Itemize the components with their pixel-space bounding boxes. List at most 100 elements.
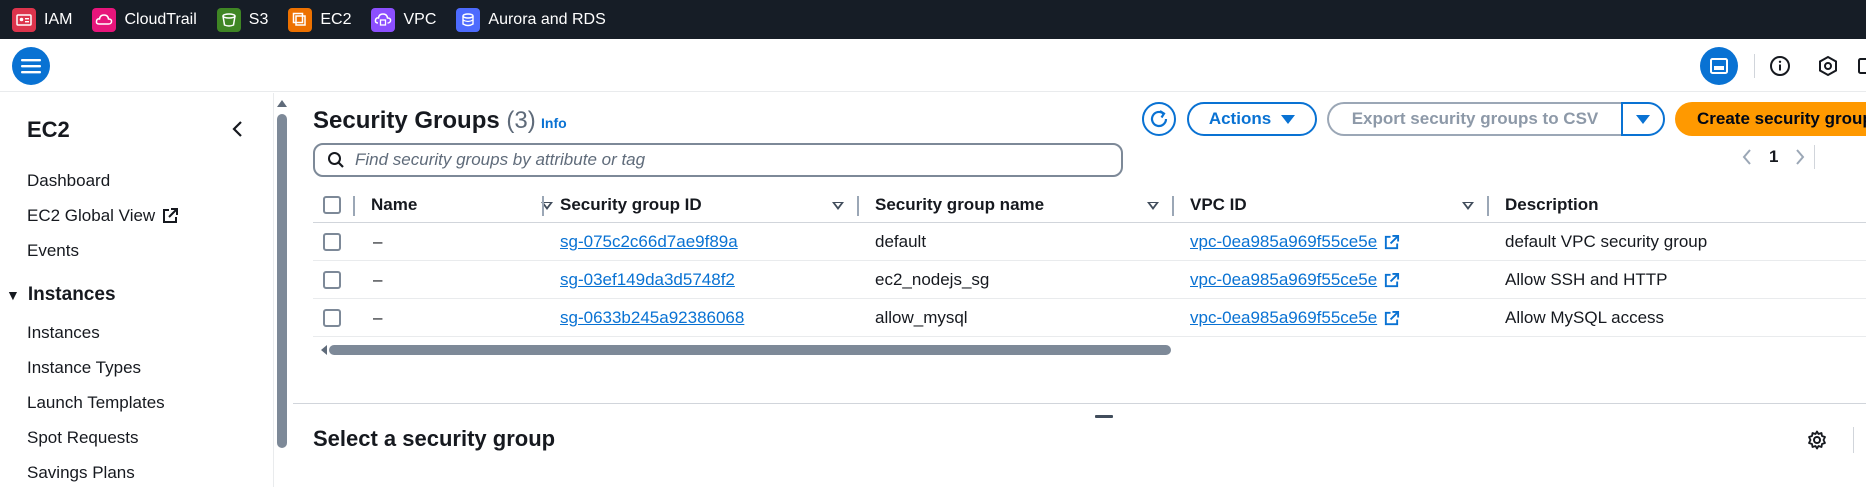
- sidebar-item-label: EC2 Global View: [27, 206, 156, 225]
- column-header-name[interactable]: Name: [371, 187, 553, 223]
- caret-down-icon: [1281, 114, 1296, 124]
- sidebar-item-label: Dashboard: [27, 171, 111, 190]
- split-panel-resize-handle[interactable]: [1095, 415, 1113, 418]
- column-divider[interactable]: [353, 196, 355, 216]
- scrollbar-thumb[interactable]: [277, 114, 287, 448]
- row-checkbox[interactable]: [323, 271, 341, 289]
- vpc-id-link[interactable]: vpc-0ea985a969f55ce5e: [1190, 232, 1377, 252]
- create-security-group-button[interactable]: Create security group: [1675, 102, 1866, 136]
- table-row[interactable]: – sg-0633b245a92386068 allow_mysql vpc-0…: [313, 299, 1866, 337]
- external-link-icon[interactable]: [1383, 234, 1400, 251]
- current-page[interactable]: 1: [1769, 147, 1778, 167]
- chevron-left-icon: [232, 121, 242, 137]
- sidebar-item-launch-templates[interactable]: Launch Templates: [27, 393, 165, 413]
- split-panel-toggle-button[interactable]: [1700, 47, 1738, 85]
- external-link-icon[interactable]: [1383, 272, 1400, 289]
- row-checkbox[interactable]: [323, 233, 341, 251]
- shortcut-iam[interactable]: IAM: [12, 7, 73, 32]
- sidebar-item-instance-types[interactable]: Instance Types: [27, 358, 141, 378]
- actions-dropdown-button[interactable]: Actions: [1187, 102, 1317, 136]
- notifications-panel-button[interactable]: [1857, 47, 1866, 85]
- settings-panel-button[interactable]: [1809, 47, 1847, 85]
- scroll-up-arrow-icon[interactable]: [277, 100, 287, 107]
- shortcut-s3[interactable]: S3: [216, 7, 268, 32]
- export-dropdown-toggle[interactable]: [1621, 102, 1665, 136]
- column-label: Description: [1505, 195, 1599, 214]
- shortcut-cloudtrail[interactable]: CloudTrail: [92, 7, 197, 32]
- split-panel-title: Select a security group: [313, 426, 556, 451]
- vpc-id-link[interactable]: vpc-0ea985a969f55ce5e: [1190, 270, 1377, 290]
- sidebar-item-events[interactable]: Events: [27, 241, 79, 261]
- column-header-security-group-id[interactable]: Security group ID: [560, 187, 844, 223]
- ec2-icon: [288, 7, 313, 32]
- sidebar-item-label: Spot Requests: [27, 428, 139, 447]
- hamburger-menu-button[interactable]: [12, 47, 50, 85]
- scroll-left-arrow-icon[interactable]: [321, 345, 327, 355]
- refresh-button[interactable]: [1142, 102, 1176, 136]
- s3-icon: [216, 7, 241, 32]
- shortcut-label: IAM: [44, 10, 73, 28]
- column-divider[interactable]: [542, 196, 544, 216]
- cell-name: –: [373, 232, 383, 251]
- sidebar-item-savings-plans[interactable]: Savings Plans: [27, 463, 135, 483]
- cell-description: default VPC security group: [1505, 232, 1708, 251]
- select-all-checkbox[interactable]: [323, 196, 341, 214]
- create-label: Create security group: [1697, 109, 1866, 128]
- chevron-right-icon[interactable]: [1794, 148, 1806, 166]
- shortcut-label: EC2: [320, 10, 352, 28]
- search-input[interactable]: [355, 150, 1055, 170]
- column-header-vpc-id[interactable]: VPC ID: [1190, 187, 1474, 223]
- pagination-divider: [1814, 145, 1816, 169]
- table-row[interactable]: – sg-075c2c66d7ae9f89a default vpc-0ea98…: [313, 223, 1866, 261]
- info-link[interactable]: Info: [541, 115, 567, 131]
- search-field[interactable]: [313, 143, 1123, 177]
- column-header-security-group-name[interactable]: Security group name: [875, 187, 1159, 223]
- table-horizontal-scrollbar[interactable]: [321, 343, 1171, 357]
- sidebar-scrollbar[interactable]: [276, 100, 288, 480]
- column-divider[interactable]: [1172, 196, 1174, 216]
- sort-icon: [1147, 202, 1159, 210]
- shortcut-ec2[interactable]: EC2: [288, 7, 352, 32]
- split-panel-divider: [293, 403, 1866, 404]
- split-panel-toolbar-divider: [1853, 427, 1854, 453]
- security-group-id-link[interactable]: sg-0633b245a92386068: [560, 308, 744, 328]
- shortcut-vpc[interactable]: VPC: [371, 7, 436, 32]
- table-row[interactable]: – sg-03ef149da3d5748f2 ec2_nodejs_sg vpc…: [313, 261, 1866, 299]
- export-csv-button[interactable]: Export security groups to CSV: [1327, 102, 1621, 136]
- main-content: Security Groups (3) Info Actions Export …: [293, 93, 1866, 487]
- column-label: Security group ID: [560, 195, 702, 214]
- chevron-left-icon[interactable]: [1741, 148, 1753, 166]
- security-group-id-link[interactable]: sg-075c2c66d7ae9f89a: [560, 232, 738, 252]
- cell-name: –: [373, 270, 383, 289]
- shortcut-aurora-rds[interactable]: Aurora and RDS: [456, 7, 606, 32]
- collapse-sidebar-button[interactable]: [226, 117, 250, 141]
- row-checkbox[interactable]: [323, 309, 341, 327]
- column-header-description[interactable]: Description: [1505, 187, 1599, 223]
- security-groups-table: Name Security group ID Security group na…: [313, 187, 1866, 337]
- column-label: Security group name: [875, 195, 1045, 214]
- cell-security-group-name: ec2_nodejs_sg: [875, 270, 990, 289]
- external-link-icon[interactable]: [1383, 310, 1400, 327]
- column-divider[interactable]: [1487, 196, 1489, 216]
- column-label: VPC ID: [1190, 195, 1247, 214]
- column-divider[interactable]: [857, 196, 859, 216]
- security-group-id-link[interactable]: sg-03ef149da3d5748f2: [560, 270, 735, 290]
- sidebar-item-spot-requests[interactable]: Spot Requests: [27, 428, 139, 448]
- table-header: Name Security group ID Security group na…: [313, 187, 1866, 223]
- info-panel-button[interactable]: [1761, 47, 1799, 85]
- vpc-id-link[interactable]: vpc-0ea985a969f55ce5e: [1190, 308, 1377, 328]
- sidebar-item-instances[interactable]: Instances: [27, 323, 100, 343]
- header-divider: [1754, 54, 1755, 78]
- cell-description: Allow SSH and HTTP: [1505, 270, 1668, 289]
- scrollbar-thumb[interactable]: [329, 345, 1171, 355]
- sidebar-item-dashboard[interactable]: Dashboard: [27, 171, 110, 191]
- caret-down-icon: ▼: [6, 287, 20, 303]
- page-title: Security Groups (3): [313, 107, 536, 135]
- shortcut-label: Aurora and RDS: [488, 10, 606, 28]
- sidebar-section-instances[interactable]: ▼ Instances: [6, 284, 116, 306]
- sidebar-item-ec2-global-view[interactable]: EC2 Global View: [27, 206, 179, 226]
- split-panel-preferences-button[interactable]: [1805, 428, 1829, 452]
- sidebar-item-label: Instances: [27, 323, 100, 342]
- sidebar-item-label: Events: [27, 241, 79, 260]
- sidebar-title: EC2: [27, 117, 70, 142]
